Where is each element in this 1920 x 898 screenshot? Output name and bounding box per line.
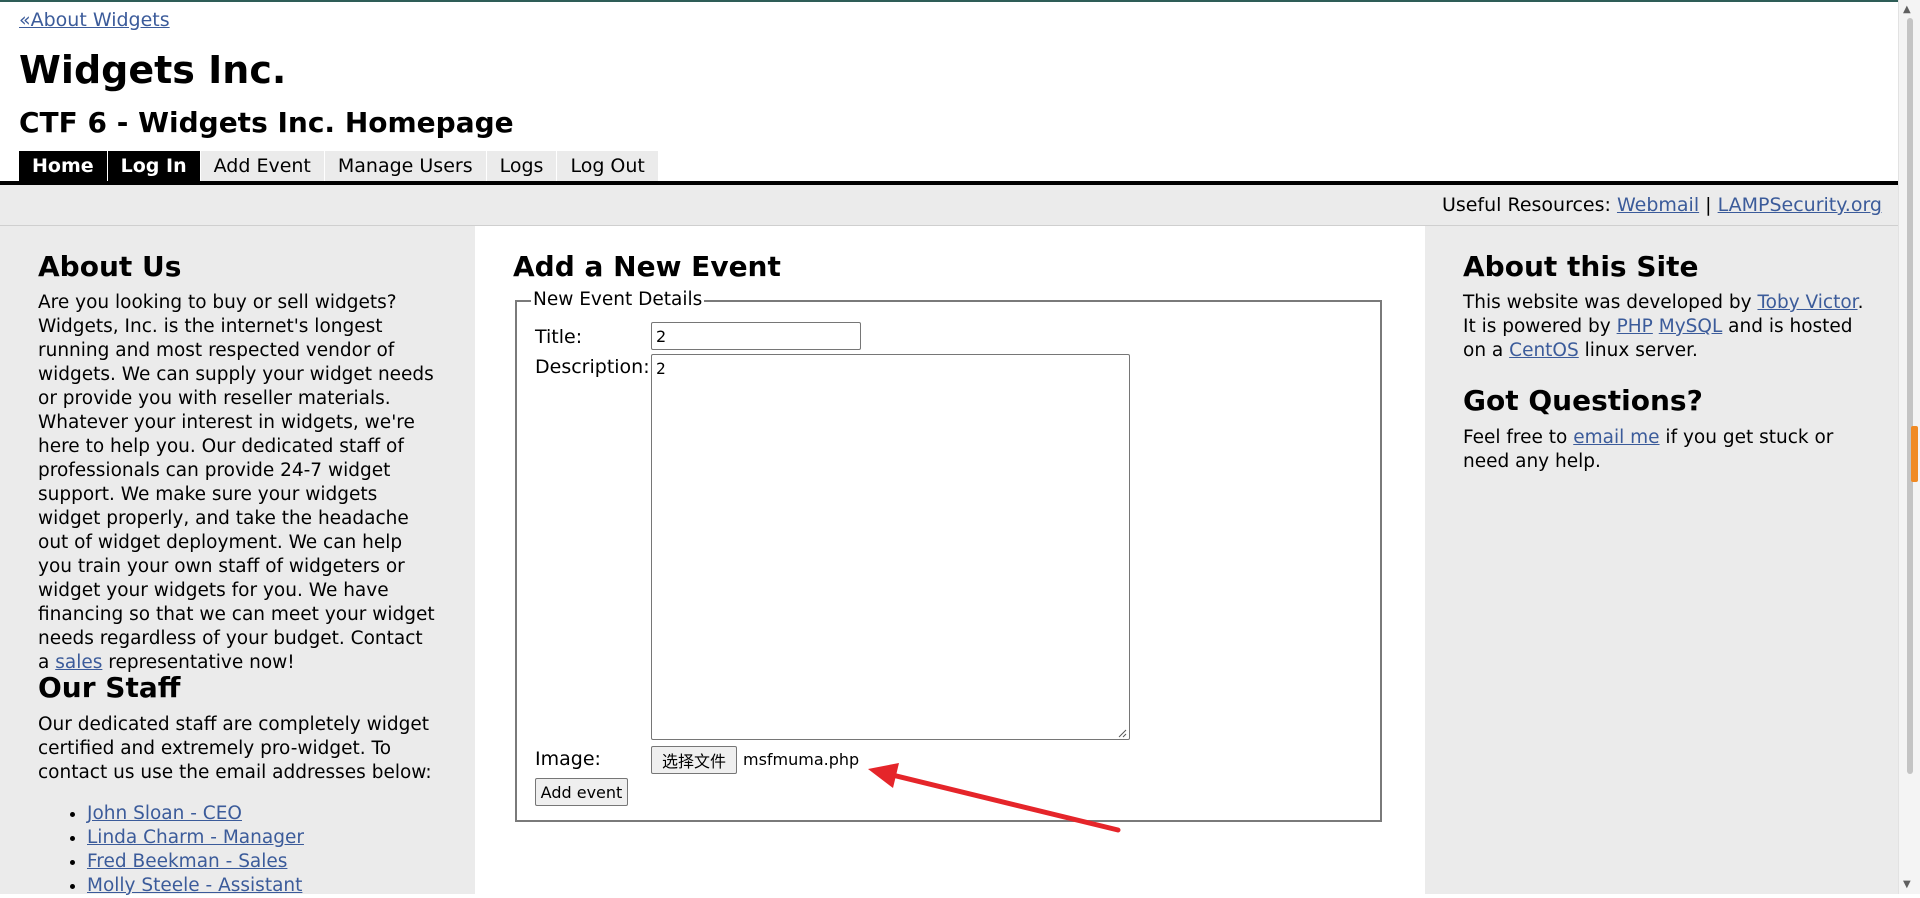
scroll-down-icon[interactable]: ▼ bbox=[1903, 879, 1911, 890]
site-title: Widgets Inc. bbox=[19, 48, 287, 92]
got-questions-text: Feel free to email me if you get stuck o… bbox=[1463, 426, 1868, 474]
mysql-link[interactable]: MySQL bbox=[1659, 316, 1723, 337]
about-us-text: Are you looking to buy or sell widgets? … bbox=[38, 291, 438, 675]
sales-link[interactable]: sales bbox=[55, 652, 102, 673]
our-staff-heading: Our Staff bbox=[38, 671, 181, 704]
main-nav: Home Log In Add Event Manage Users Logs … bbox=[19, 151, 659, 181]
nav-log-in[interactable]: Log In bbox=[107, 151, 201, 181]
list-item: Molly Steele - Assistant bbox=[87, 874, 304, 898]
lampsecurity-link[interactable]: LAMPSecurity.org bbox=[1718, 194, 1882, 216]
questions-text-1: Feel free to bbox=[1463, 427, 1574, 448]
resize-grip-icon[interactable] bbox=[1117, 728, 1127, 738]
add-event-heading: Add a New Event bbox=[513, 250, 781, 283]
nav-log-out[interactable]: Log Out bbox=[557, 151, 659, 181]
nav-logs[interactable]: Logs bbox=[486, 151, 558, 181]
description-label: Description: bbox=[535, 356, 650, 378]
list-item: Fred Beekman - Sales bbox=[87, 850, 304, 874]
list-item: Linda Charm - Manager bbox=[87, 826, 304, 850]
got-questions-heading: Got Questions? bbox=[1463, 384, 1703, 417]
about-us-tail: representative now! bbox=[102, 652, 295, 673]
scrollbar-thumb[interactable] bbox=[1907, 18, 1913, 774]
resources-links: Useful Resources: Webmail | LAMPSecurity… bbox=[1442, 194, 1882, 216]
about-us-heading: About Us bbox=[38, 250, 182, 283]
title-label: Title: bbox=[535, 326, 583, 348]
vertical-scrollbar[interactable]: ▲ ▼ bbox=[1898, 0, 1920, 894]
list-item: John Sloan - CEO bbox=[87, 802, 304, 826]
php-link[interactable]: PHP bbox=[1617, 316, 1653, 337]
webmail-link[interactable]: Webmail bbox=[1617, 194, 1699, 216]
nav-add-event[interactable]: Add Event bbox=[200, 151, 325, 181]
nav-manage-users[interactable]: Manage Users bbox=[324, 151, 487, 181]
left-sidebar: About Us Are you looking to buy or sell … bbox=[0, 226, 475, 896]
title-input[interactable] bbox=[651, 322, 861, 350]
top-border bbox=[0, 0, 1920, 2]
back-link-about-widgets[interactable]: «About Widgets bbox=[19, 9, 170, 31]
right-sidebar: About this Site This website was develop… bbox=[1425, 226, 1898, 894]
about-us-body: Are you looking to buy or sell widgets? … bbox=[38, 292, 435, 673]
nav-home[interactable]: Home bbox=[19, 151, 108, 181]
scroll-position-marker bbox=[1911, 426, 1918, 482]
image-label: Image: bbox=[535, 748, 601, 770]
our-staff-text: Our dedicated staff are completely widge… bbox=[38, 714, 432, 783]
staff-list: John Sloan - CEO Linda Charm - Manager F… bbox=[50, 802, 304, 898]
staff-link-john-sloan[interactable]: John Sloan - CEO bbox=[87, 803, 242, 824]
fieldset-legend: New Event Details bbox=[531, 288, 705, 312]
resources-separator: | bbox=[1705, 194, 1712, 216]
centos-link[interactable]: CentOS bbox=[1509, 340, 1579, 361]
about-site-text: This website was developed by Toby Victo… bbox=[1463, 291, 1868, 363]
description-textarea[interactable]: 2 bbox=[651, 354, 1130, 740]
email-me-link[interactable]: email me bbox=[1573, 427, 1659, 448]
staff-link-fred-beekman[interactable]: Fred Beekman - Sales bbox=[87, 851, 287, 872]
resources-label: Useful Resources: bbox=[1441, 194, 1611, 216]
site-text-1: This website was developed by bbox=[1463, 292, 1758, 313]
resources-bar: Useful Resources: Webmail | LAMPSecurity… bbox=[0, 185, 1898, 226]
choose-file-button[interactable]: 选择文件 bbox=[651, 746, 737, 774]
toby-victor-link[interactable]: Toby Victor bbox=[1757, 292, 1857, 313]
staff-link-molly-steele[interactable]: Molly Steele - Assistant bbox=[87, 875, 302, 896]
scroll-up-icon[interactable]: ▲ bbox=[1903, 4, 1911, 15]
add-event-button[interactable]: Add event bbox=[535, 778, 628, 806]
site-text-5: linux server. bbox=[1578, 340, 1698, 361]
main-content: Add a New Event New Event Details Title:… bbox=[475, 226, 1425, 894]
selected-file-name: msfmuma.php bbox=[743, 750, 860, 769]
about-site-heading: About this Site bbox=[1463, 250, 1699, 283]
site-subtitle: CTF 6 - Widgets Inc. Homepage bbox=[19, 106, 514, 139]
staff-link-linda-charm[interactable]: Linda Charm - Manager bbox=[87, 827, 304, 848]
